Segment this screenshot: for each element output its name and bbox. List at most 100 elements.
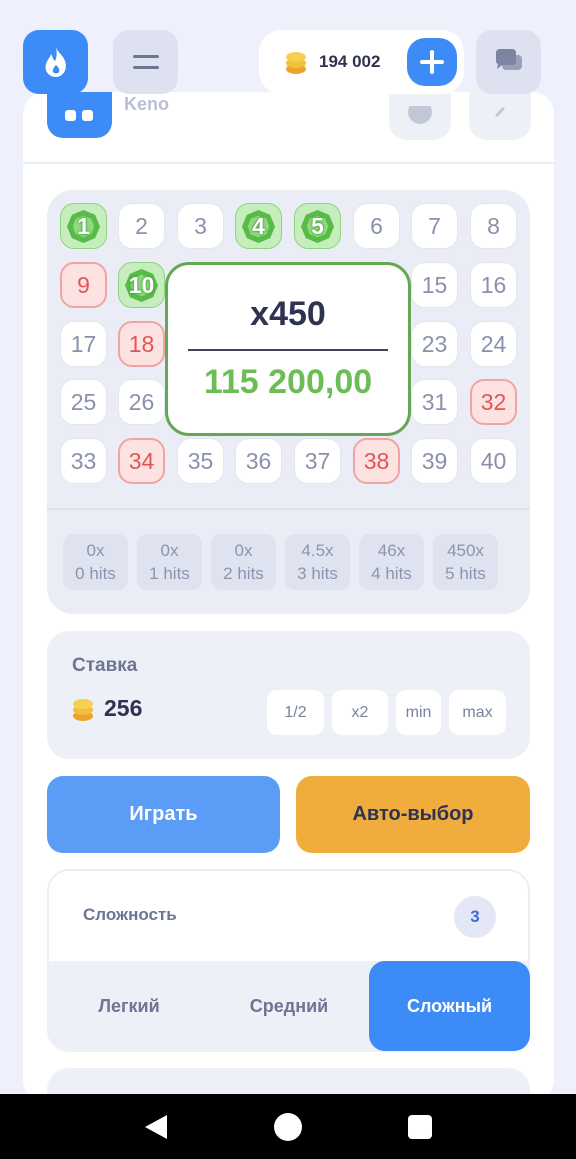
difficulty-tabs: Легкий Средний Сложный <box>49 961 530 1052</box>
keno-cell-18[interactable]: 18 <box>118 321 165 367</box>
stake-value[interactable]: 256 <box>72 695 142 722</box>
keno-cell-15[interactable]: 15 <box>411 262 458 308</box>
nav-recent-icon[interactable] <box>408 1115 432 1139</box>
flame-icon <box>45 47 66 77</box>
keno-cell-number: 23 <box>421 330 448 357</box>
keno-cell-number: 35 <box>187 447 214 474</box>
auto-pick-button[interactable]: Авто-выбор <box>296 776 530 853</box>
nav-home-icon[interactable] <box>274 1113 302 1141</box>
keno-cell-17[interactable]: 17 <box>60 321 107 367</box>
keno-cell-23[interactable]: 23 <box>411 321 458 367</box>
keno-cell-number: 10 <box>128 271 155 298</box>
stake-label: Ставка <box>72 655 138 676</box>
keno-cell-number: 39 <box>421 447 448 474</box>
keno-cell-7[interactable]: 7 <box>411 203 458 249</box>
keno-cell-34[interactable]: 34 <box>118 438 165 484</box>
keno-cell-37[interactable]: 37 <box>294 438 341 484</box>
keno-cell-number: 31 <box>421 388 448 415</box>
keno-cell-1[interactable]: 1 <box>60 203 107 249</box>
keno-cell-10[interactable]: 10 <box>118 262 165 308</box>
keno-cell-26[interactable]: 26 <box>118 379 165 425</box>
stake-panel: Ставка 256 1/2 x2 min max <box>47 631 530 759</box>
keno-cell-33[interactable]: 33 <box>60 438 107 484</box>
keno-cell-number: 33 <box>70 447 97 474</box>
keno-cell-16[interactable]: 16 <box>470 262 517 308</box>
keno-cell-5[interactable]: 5 <box>294 203 341 249</box>
win-multiplier: x450 <box>250 295 326 333</box>
keno-cell-number: 18 <box>128 330 155 357</box>
keno-cell-38[interactable]: 38 <box>353 438 400 484</box>
play-button[interactable]: Играть <box>47 776 280 853</box>
payout-item: 0x 0 hits <box>63 534 128 590</box>
top-bar: 194 002 <box>0 0 576 110</box>
deposit-button[interactable] <box>407 38 457 86</box>
board-divider <box>47 508 530 510</box>
keno-cell-number: 15 <box>421 271 448 298</box>
keno-cell-number: 17 <box>70 330 97 357</box>
keno-cell-number: 2 <box>135 212 148 239</box>
keno-cell-3[interactable]: 3 <box>177 203 224 249</box>
balance-amount: 194 002 <box>319 52 381 71</box>
keno-cell-number: 4 <box>252 212 265 239</box>
hamburger-icon <box>132 55 159 69</box>
payout-item: 4.5x 3 hits <box>285 534 350 590</box>
keno-cell-number: 34 <box>128 447 155 474</box>
payout-table: 0x 0 hits 0x 1 hits 0x 2 hits 4.5x 3 hits 46… <box>63 534 498 590</box>
chat-icon <box>495 49 522 70</box>
keno-cell-number: 3 <box>194 212 207 239</box>
stake-half-button[interactable]: 1/2 <box>267 690 324 735</box>
menu-button[interactable] <box>113 30 178 94</box>
system-nav-bar <box>0 1094 576 1159</box>
keno-cell-number: 5 <box>311 212 324 239</box>
difficulty-tab-hard[interactable]: Сложный <box>369 961 530 1051</box>
keno-cell-36[interactable]: 36 <box>235 438 282 484</box>
chat-button[interactable] <box>476 30 541 94</box>
keno-cell-number: 32 <box>480 388 507 415</box>
keno-cell-9[interactable]: 9 <box>60 262 107 308</box>
payout-item: 450x 5 hits <box>433 534 498 590</box>
balance-display: 194 002 <box>259 30 464 94</box>
stake-max-button[interactable]: max <box>449 690 506 735</box>
payout-item: 0x 1 hits <box>137 534 202 590</box>
keno-cell-8[interactable]: 8 <box>470 203 517 249</box>
difficulty-label: Сложность <box>83 905 177 924</box>
keno-cell-2[interactable]: 2 <box>118 203 165 249</box>
keno-cell-40[interactable]: 40 <box>470 438 517 484</box>
difficulty-panel: Сложность 3 Легкий Средний Сложный <box>47 869 530 1052</box>
keno-cell-number: 1 <box>77 212 90 239</box>
payout-item: 0x 2 hits <box>211 534 276 590</box>
stake-amount: 256 <box>104 695 143 721</box>
difficulty-badge: 3 <box>454 896 496 938</box>
keno-cell-25[interactable]: 25 <box>60 379 107 425</box>
keno-board: 1 2 3 4 5 6 7 8 9 10 15 16 17 18 23 24 25 26 31 32 33 34 35 36 3… <box>47 190 530 614</box>
keno-cell-24[interactable]: 24 <box>470 321 517 367</box>
keno-cell-number: 24 <box>480 330 507 357</box>
keno-cell-number: 40 <box>480 447 507 474</box>
keno-cell-number: 16 <box>480 271 507 298</box>
win-popup: x450 115 200,00 <box>165 262 411 436</box>
keno-cell-number: 38 <box>363 447 390 474</box>
coin-stack-icon <box>73 698 93 721</box>
stake-double-button[interactable]: x2 <box>332 690 388 735</box>
payout-item: 46x 4 hits <box>359 534 424 590</box>
keno-cell-39[interactable]: 39 <box>411 438 458 484</box>
win-amount: 115 200,00 <box>203 363 373 401</box>
keno-cell-4[interactable]: 4 <box>235 203 282 249</box>
coin-stack-icon <box>286 52 306 74</box>
keno-cell-number: 7 <box>428 212 441 239</box>
game-card: Keno 1 2 3 4 5 6 7 8 9 10 15 16 17 18 23 24 25 26 31 32 33 34… <box>23 92 554 1108</box>
keno-cell-35[interactable]: 35 <box>177 438 224 484</box>
difficulty-tab-easy[interactable]: Легкий <box>49 961 209 1051</box>
logo-button[interactable] <box>23 30 88 94</box>
stake-min-button[interactable]: min <box>396 690 441 735</box>
keno-cell-32[interactable]: 32 <box>470 379 517 425</box>
keno-cell-number: 26 <box>128 388 155 415</box>
difficulty-tab-medium[interactable]: Средний <box>209 961 369 1051</box>
win-divider <box>188 349 388 351</box>
keno-cell-number: 6 <box>370 212 383 239</box>
keno-cell-number: 25 <box>70 388 97 415</box>
keno-cell-31[interactable]: 31 <box>411 379 458 425</box>
nav-back-icon[interactable] <box>143 1114 169 1140</box>
keno-cell-6[interactable]: 6 <box>353 203 400 249</box>
keno-cell-number: 36 <box>245 447 272 474</box>
